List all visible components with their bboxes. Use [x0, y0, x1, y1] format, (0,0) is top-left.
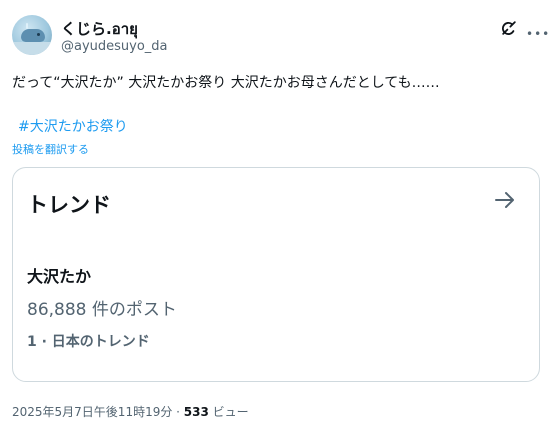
trend-card-title: トレンド — [27, 193, 111, 217]
post-meta: 2025年5月7日午後11時19分 · 533 ビュー — [12, 403, 249, 420]
views-count: 533 — [183, 405, 209, 419]
hashtag-link[interactable]: #大沢たかお祭り — [18, 116, 128, 136]
more-icon[interactable]: ••• — [526, 27, 550, 41]
grok-icon[interactable] — [500, 19, 518, 37]
avatar-spout — [26, 23, 28, 29]
translate-post-link[interactable]: 投稿を翻訳する — [12, 141, 89, 157]
avatar-whale — [21, 29, 45, 42]
views-label: ビュー — [208, 405, 249, 419]
trend-name[interactable]: 大沢たか — [27, 263, 91, 287]
arrow-right-icon[interactable] — [493, 188, 517, 212]
post-timestamp[interactable]: 2025年5月7日午後11時19分 · — [12, 405, 184, 419]
trend-rank: 1 · 日本のトレンド — [27, 334, 150, 350]
avatar[interactable] — [12, 15, 52, 55]
avatar-eye — [37, 33, 40, 36]
trend-card[interactable]: トレンド 大沢たか 86,888 件のポスト 1 · 日本のトレンド — [12, 167, 540, 382]
tweet-text: だって“大沢たか” 大沢たかお祭り 大沢たかお母さんだとしても…… — [12, 75, 440, 91]
author-display-name[interactable]: くじら.อายุ — [61, 17, 138, 41]
author-handle[interactable]: @ayudesuyo_da — [61, 39, 168, 54]
trend-post-count: 86,888 件のポスト — [27, 300, 177, 320]
avatar-wave — [12, 42, 52, 55]
